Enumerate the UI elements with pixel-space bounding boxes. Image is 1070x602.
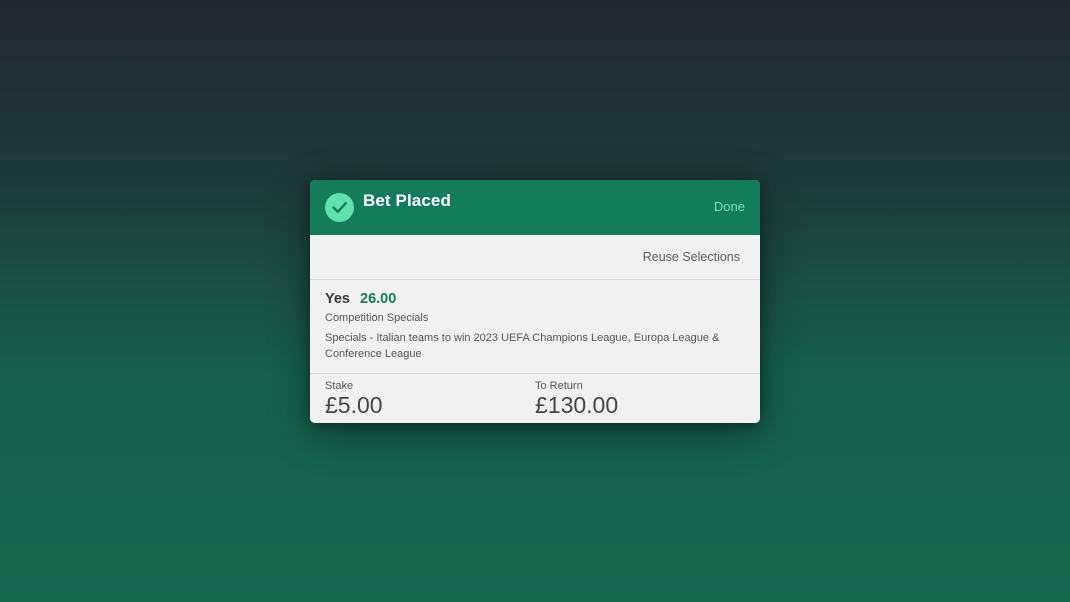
dialog-title: Bet Placed [363, 191, 451, 210]
stake-column: Stake £5.00 [325, 380, 535, 418]
market-name: Competition Specials [325, 312, 429, 324]
done-button[interactable]: Done [714, 199, 745, 214]
check-circle-icon [325, 193, 354, 222]
bet-totals: Stake £5.00 To Return £130.00 [310, 374, 760, 423]
event-name: Specials - Italian teams to win 2023 UEF… [325, 332, 720, 360]
selection-name: Yes [325, 291, 350, 307]
dialog-header: Bet Placed Done [310, 180, 760, 235]
bet-selection: Yes 26.00 Competition Specials Specials … [310, 280, 760, 374]
reuse-selections-button[interactable]: Reuse Selections [643, 250, 740, 264]
return-label: To Return [535, 380, 583, 392]
reuse-row: Reuse Selections [310, 235, 760, 280]
selection-odds: 26.00 [360, 291, 397, 307]
return-column: To Return £130.00 [535, 380, 745, 418]
return-value: £130.00 [535, 392, 619, 418]
stake-label: Stake [325, 380, 354, 392]
bet-placed-dialog: Bet Placed Done Reuse Selections Yes 26.… [310, 180, 760, 423]
stake-value: £5.00 [325, 392, 383, 418]
selection-line: Yes 26.00 [325, 291, 745, 307]
